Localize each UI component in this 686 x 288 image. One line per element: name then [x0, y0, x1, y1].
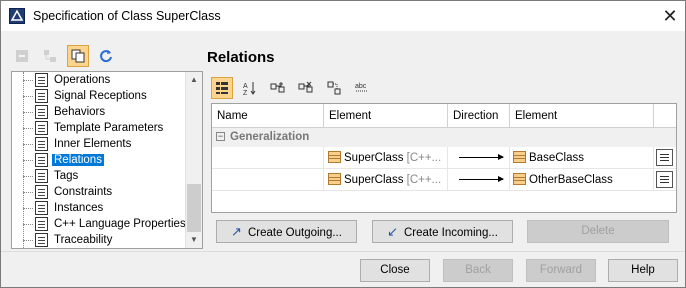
column-header-direction[interactable]: Direction [448, 104, 510, 128]
document-icon [35, 137, 48, 151]
table-header: Name Element Direction Element [212, 104, 676, 128]
tree-item-template-parameters[interactable]: Template Parameters [12, 120, 165, 136]
close-button[interactable]: Close [360, 259, 430, 282]
abc-filter-icon[interactable]: abc [351, 77, 373, 99]
class-icon [513, 151, 526, 163]
tree-item-constraints[interactable]: Constraints [12, 184, 114, 200]
forward-button[interactable]: Forward [526, 259, 596, 282]
open-specification-icon[interactable] [656, 171, 673, 188]
column-header-element[interactable]: Element [324, 104, 448, 128]
tree-item-cpp-language-properties[interactable]: C++ Language Properties [12, 216, 188, 232]
help-button[interactable]: Help [608, 259, 678, 282]
target-element-cell: OtherBaseClass [510, 169, 654, 191]
collapse-tree-icon[interactable] [11, 45, 33, 67]
document-icon [35, 217, 48, 231]
source-element-cell: SuperClass [C++... [324, 169, 448, 191]
arrow-right-icon [459, 154, 504, 161]
back-button[interactable]: Back [443, 259, 513, 282]
class-icon [328, 151, 341, 163]
arrow-up-right-icon: ↗ [231, 224, 242, 239]
document-icon [35, 185, 48, 199]
tree-item-relations[interactable]: Relations [12, 152, 104, 168]
tree-item-instances[interactable]: Instances [12, 200, 105, 216]
divider [1, 251, 685, 252]
svg-text:abc: abc [355, 83, 367, 90]
group-row-generalization[interactable]: − Generalization [212, 128, 676, 147]
arrow-down-left-icon: ↙ [387, 224, 398, 239]
arrow-right-icon [459, 176, 504, 183]
tree-item-operations[interactable]: Operations [12, 72, 112, 88]
direction-cell [448, 147, 510, 169]
page-title: Relations [207, 49, 275, 66]
group-by-icon[interactable] [211, 77, 233, 99]
target-element-cell: BaseClass [510, 147, 654, 169]
document-icon [35, 121, 48, 135]
scroll-down-icon[interactable]: ▼ [186, 232, 202, 248]
tree-item-signal-receptions[interactable]: Signal Receptions [12, 88, 149, 104]
refresh-icon[interactable] [95, 45, 117, 67]
document-icon [35, 169, 48, 183]
app-icon [9, 8, 25, 24]
relations-toolbar: AZ abc [211, 77, 373, 99]
close-icon[interactable]: ✕ [656, 2, 684, 30]
document-icon [35, 89, 48, 103]
specification-dialog: Specification of Class SuperClass ✕ Oper… [0, 0, 686, 288]
table-row[interactable]: SuperClass [C++... BaseClass [212, 147, 676, 169]
expand-tree-icon[interactable] [39, 45, 61, 67]
scroll-up-icon[interactable]: ▲ [186, 72, 202, 88]
column-header-element-target[interactable]: Element [510, 104, 654, 128]
add-relation-icon[interactable] [267, 77, 289, 99]
create-outgoing-button[interactable]: ↗ Create Outgoing... [216, 220, 357, 243]
direction-cell [448, 169, 510, 191]
class-icon [328, 173, 341, 185]
relations-table: Name Element Direction Element − General… [211, 103, 677, 213]
open-specification-icon[interactable] [656, 149, 673, 166]
relation-name [212, 169, 324, 191]
window-title: Specification of Class SuperClass [33, 9, 221, 23]
table-row[interactable]: SuperClass [C++... OtherBaseClass [212, 169, 676, 191]
remove-relation-icon[interactable] [295, 77, 317, 99]
group-label: Generalization [230, 131, 310, 143]
tree-item-tags[interactable]: Tags [12, 168, 80, 184]
tree-scrollbar[interactable]: ▲ ▼ [185, 72, 202, 248]
document-icon [35, 153, 48, 167]
tree-item-traceability[interactable]: Traceability [12, 232, 114, 248]
document-icon [35, 105, 48, 119]
relation-name [212, 147, 324, 169]
delete-button[interactable]: Delete [527, 220, 669, 243]
tree-item-inner-elements[interactable]: Inner Elements [12, 136, 133, 152]
document-icon [35, 73, 48, 87]
title-bar: Specification of Class SuperClass ✕ [1, 1, 685, 31]
sort-alpha-icon[interactable]: AZ [239, 77, 261, 99]
left-toolbar [11, 45, 117, 69]
create-incoming-button[interactable]: ↙ Create Incoming... [372, 220, 513, 243]
copy-view-icon[interactable] [67, 45, 89, 67]
scroll-thumb[interactable] [187, 184, 201, 232]
document-icon [35, 233, 48, 247]
svg-text:Z: Z [243, 90, 248, 95]
document-icon [35, 201, 48, 215]
tree-item-behaviors[interactable]: Behaviors [12, 104, 107, 120]
collapse-icon[interactable]: − [216, 132, 225, 141]
category-tree[interactable]: Operations Signal Receptions Behaviors T… [11, 71, 203, 249]
layout-icon[interactable] [323, 77, 345, 99]
svg-text:A: A [243, 83, 248, 90]
class-icon [513, 173, 526, 185]
column-header-name[interactable]: Name [212, 104, 324, 128]
source-element-cell: SuperClass [C++... [324, 147, 448, 169]
